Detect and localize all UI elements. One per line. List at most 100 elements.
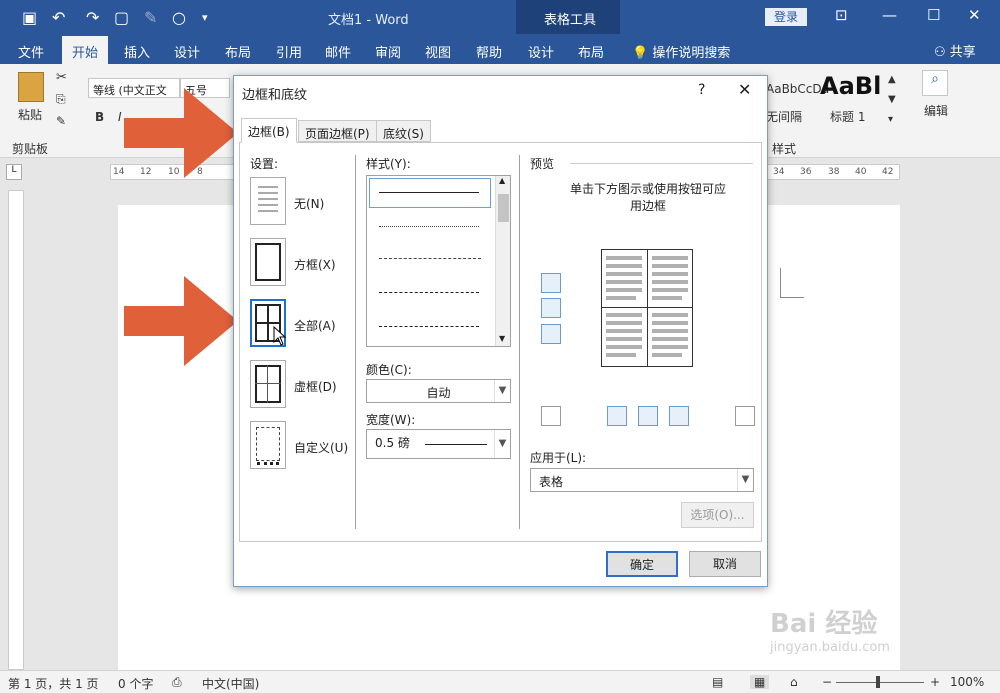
zoom-slider-thumb[interactable] bbox=[876, 676, 880, 688]
close-icon[interactable]: ✕ bbox=[968, 6, 981, 24]
width-dropdown[interactable]: 0.5 磅 ▼ bbox=[366, 429, 511, 459]
tab-view[interactable]: 视图 bbox=[425, 42, 451, 61]
left-border-button[interactable] bbox=[607, 406, 627, 426]
tab-insert[interactable]: 插入 bbox=[124, 42, 150, 61]
inside-vertical-border-button[interactable] bbox=[638, 406, 658, 426]
maximize-icon[interactable]: ☐ bbox=[927, 6, 940, 24]
setting-none-label[interactable]: 无(N) bbox=[294, 195, 324, 212]
style-list-scrollbar[interactable]: ▲ ▼ bbox=[495, 176, 510, 346]
customize-dropdown-icon[interactable]: ▾ bbox=[202, 11, 208, 24]
ruler-label: 34 bbox=[773, 167, 785, 177]
clipboard-icon[interactable] bbox=[18, 72, 44, 102]
ok-button[interactable]: 确定 bbox=[606, 551, 678, 577]
bold-icon[interactable]: B bbox=[95, 110, 104, 124]
right-border-button[interactable] bbox=[669, 406, 689, 426]
setting-box-icon[interactable] bbox=[250, 238, 286, 286]
baidu-watermark: Bai 经验 bbox=[770, 609, 878, 639]
ribbon-display-icon[interactable]: ⊡ bbox=[835, 6, 848, 24]
tab-mailings[interactable]: 邮件 bbox=[325, 42, 351, 61]
style-heading1-sample[interactable]: AaBl bbox=[820, 72, 881, 100]
copy-icon[interactable]: ⎘ bbox=[56, 92, 66, 107]
tab-page-border[interactable]: 页面边框(P) bbox=[298, 120, 377, 142]
styles-group-label: 样式 bbox=[772, 142, 797, 156]
italic-icon[interactable]: I bbox=[118, 110, 122, 124]
tab-layout[interactable]: 布局 bbox=[225, 42, 251, 61]
redo-icon[interactable]: ↷ bbox=[86, 8, 99, 27]
ruler-label: 14 bbox=[113, 167, 125, 177]
tab-selector-icon[interactable]: L bbox=[6, 164, 22, 180]
tab-table-layout[interactable]: 布局 bbox=[578, 42, 604, 61]
zoom-in-icon[interactable]: + bbox=[930, 675, 940, 689]
bottom-border-button[interactable] bbox=[541, 324, 561, 344]
tab-shading[interactable]: 底纹(S) bbox=[376, 120, 431, 142]
color-dropdown[interactable]: 自动 ▼ bbox=[366, 379, 511, 403]
setting-grid-icon[interactable] bbox=[250, 360, 286, 408]
minimize-icon[interactable]: — bbox=[882, 6, 897, 24]
scroll-down-icon[interactable]: ▼ bbox=[499, 334, 505, 343]
width-label: 宽度(W): bbox=[366, 413, 416, 427]
styles-scroll-up-icon[interactable]: ▲ bbox=[888, 74, 896, 85]
preview-table[interactable] bbox=[601, 249, 693, 367]
setting-none-icon[interactable] bbox=[250, 177, 286, 225]
zoom-slider[interactable] bbox=[836, 682, 924, 683]
login-button[interactable]: 登录 bbox=[765, 8, 807, 26]
setting-custom-icon[interactable] bbox=[250, 421, 286, 469]
new-document-icon[interactable]: ▢ bbox=[114, 8, 129, 27]
tell-me-search[interactable]: 💡 操作说明搜索 bbox=[632, 42, 730, 61]
tab-home[interactable]: 开始 bbox=[62, 36, 109, 64]
tell-me-label: 操作说明搜索 bbox=[652, 46, 731, 61]
chevron-down-icon: ▼ bbox=[494, 380, 510, 402]
cut-icon[interactable]: ✂ bbox=[56, 70, 67, 85]
setting-custom-label[interactable]: 自定义(U) bbox=[294, 439, 348, 456]
color-value: 自动 bbox=[426, 386, 451, 400]
web-layout-icon[interactable]: ⌂ bbox=[790, 675, 798, 689]
preview-divider bbox=[570, 163, 753, 164]
proofing-icon[interactable]: ⎙ bbox=[172, 675, 182, 690]
styles-more-icon[interactable]: ▾ bbox=[888, 114, 893, 125]
tab-file[interactable]: 文件 bbox=[18, 42, 44, 61]
read-mode-icon[interactable]: ▤ bbox=[712, 675, 723, 689]
format-painter-icon[interactable]: ✎ bbox=[56, 114, 66, 128]
setting-all-label[interactable]: 全部(A) bbox=[294, 317, 336, 334]
save-icon[interactable]: ▣ bbox=[22, 8, 37, 27]
tab-review[interactable]: 审阅 bbox=[375, 42, 401, 61]
print-layout-icon[interactable]: ▦ bbox=[750, 675, 770, 689]
top-border-button[interactable] bbox=[541, 273, 561, 293]
dialog-close-icon[interactable]: ✕ bbox=[738, 80, 751, 99]
page-count[interactable]: 第 1 页，共 1 页 bbox=[8, 675, 99, 692]
scroll-up-icon[interactable]: ▲ bbox=[499, 176, 505, 185]
format-painter-icon[interactable]: ✎ bbox=[144, 8, 157, 27]
ruler-label: 36 bbox=[800, 167, 812, 177]
scroll-thumb[interactable] bbox=[498, 194, 509, 222]
options-button[interactable]: 选项(O)... bbox=[681, 502, 754, 528]
undo-icon[interactable]: ↶ bbox=[52, 8, 65, 27]
edit-label[interactable]: 编辑 bbox=[924, 102, 948, 119]
zoom-level[interactable]: 100% bbox=[950, 675, 984, 689]
setting-grid-label[interactable]: 虚框(D) bbox=[294, 378, 337, 395]
tab-design[interactable]: 设计 bbox=[174, 42, 200, 61]
help-button[interactable]: ? bbox=[698, 82, 705, 98]
style-heading1-label: 标题 1 bbox=[830, 110, 866, 124]
style-no-spacing-label: 无间隔 bbox=[766, 110, 803, 124]
cancel-button[interactable]: 取消 bbox=[689, 551, 761, 577]
paste-label[interactable]: 粘贴 bbox=[18, 106, 42, 123]
inside-horizontal-border-button[interactable] bbox=[541, 298, 561, 318]
apply-to-dropdown[interactable]: 表格 ▼ bbox=[530, 468, 754, 492]
tab-references[interactable]: 引用 bbox=[276, 42, 302, 61]
zoom-out-icon[interactable]: − bbox=[822, 675, 832, 689]
tab-help[interactable]: 帮助 bbox=[476, 42, 502, 61]
ruler-label: 38 bbox=[828, 167, 840, 177]
setting-box-label[interactable]: 方框(X) bbox=[294, 256, 336, 273]
shape-icon[interactable]: ○ bbox=[172, 8, 186, 27]
word-count[interactable]: 0 个字 bbox=[118, 675, 153, 692]
line-style-list[interactable]: ▲ ▼ bbox=[366, 175, 511, 347]
styles-scroll-down-icon[interactable]: ▼ bbox=[888, 94, 896, 105]
diagonal-up-border-button[interactable] bbox=[541, 406, 561, 426]
pointer-arrow bbox=[124, 88, 238, 178]
language-indicator[interactable]: 中文(中国) bbox=[202, 675, 259, 692]
tab-borders[interactable]: 边框(B) bbox=[241, 118, 297, 143]
find-icon[interactable]: ⌕ bbox=[922, 70, 948, 96]
share-button[interactable]: ⚇ 共享 bbox=[934, 41, 976, 60]
tab-table-design[interactable]: 设计 bbox=[528, 42, 554, 61]
diagonal-down-border-button[interactable] bbox=[735, 406, 755, 426]
